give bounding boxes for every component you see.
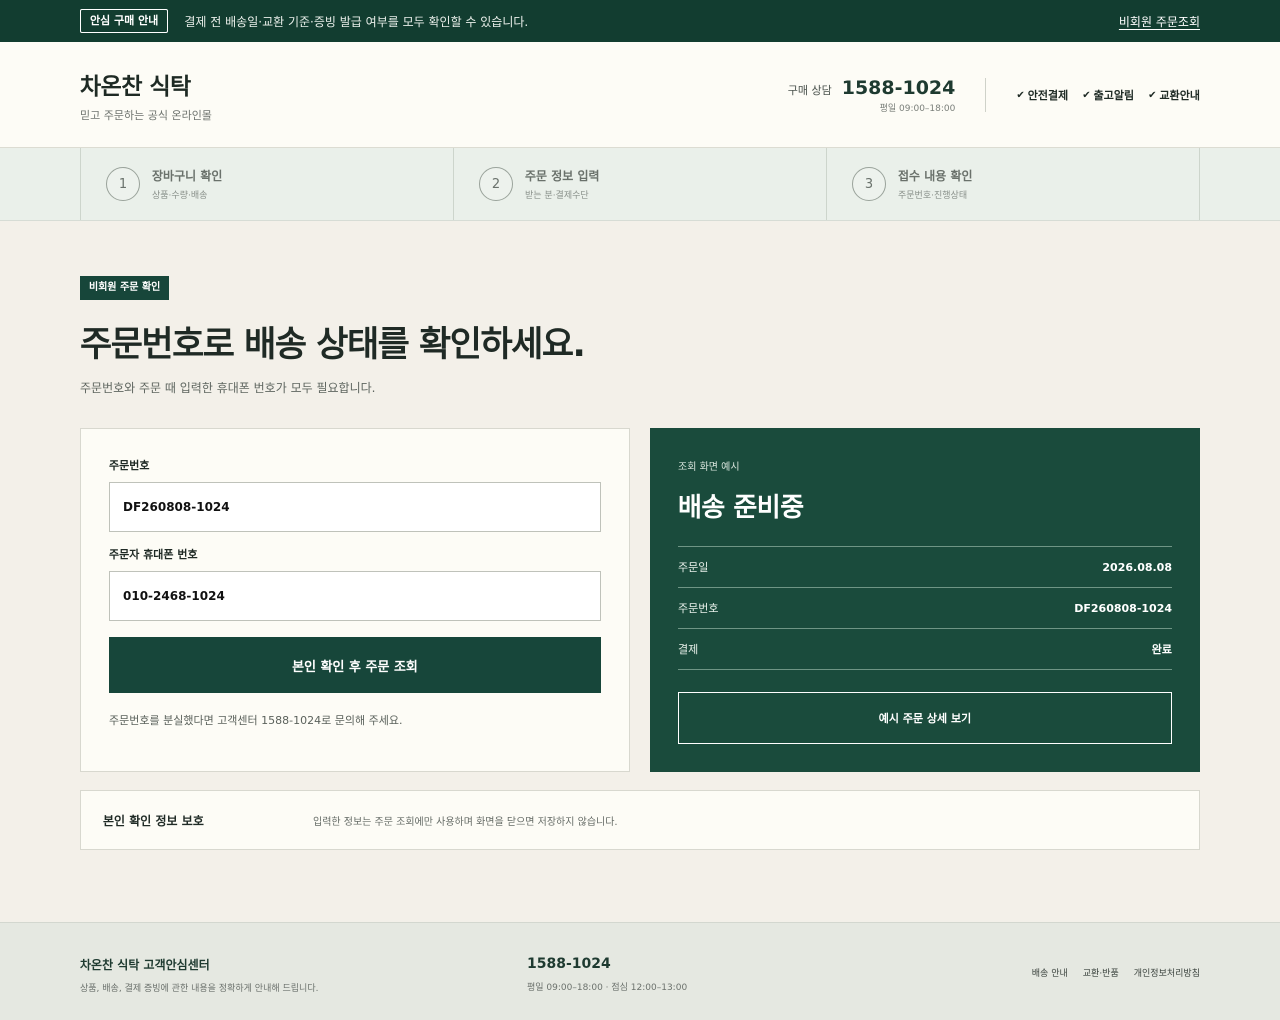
footer-subtitle: 상품, 배송, 결제 증빙에 관한 내용을 정확하게 안내해 드립니다.: [80, 984, 319, 994]
step-subtitle: 주문번호·진행상태: [898, 191, 968, 201]
brand[interactable]: 차온찬 식탁 믿고 주문하는 공식 온라인몰: [80, 67, 212, 123]
trust-item-exchange-info: ✔ 교환안내: [1148, 87, 1200, 103]
form-help-text: 주문번호를 분실했다면 고객센터 1588-1024로 문의해 주세요.: [109, 714, 403, 727]
site-footer: 차온찬 식탁 고객안심센터 상품, 배송, 결제 증빙에 관한 내용을 정확하게…: [0, 922, 1280, 1020]
phone-number-input[interactable]: [109, 571, 601, 621]
example-row-order-date: 주문일 2026.08.08: [678, 547, 1172, 588]
row-value: 완료: [1151, 643, 1172, 656]
trust-list: ✔ 안전결제 ✔ 출고알림 ✔ 교환안내: [1016, 87, 1200, 103]
example-row-order-number: 주문번호 DF260808-1024: [678, 588, 1172, 629]
footer-link-privacy[interactable]: 개인정보처리방침: [1134, 966, 1200, 994]
example-label: 조회 화면 예시: [678, 462, 740, 473]
order-number-input[interactable]: [109, 482, 601, 532]
site-header: 차온찬 식탁 믿고 주문하는 공식 온라인몰 구매 상담 1588-1024 평…: [0, 42, 1280, 148]
footer-link-exchange[interactable]: 교환·반품: [1083, 966, 1119, 994]
privacy-text: 입력한 정보는 주문 조회에만 사용하며 화면을 닫으면 저장하지 않습니다.: [313, 816, 618, 828]
lookup-submit-button[interactable]: 본인 확인 후 주문 조회: [109, 637, 601, 693]
row-key: 주문번호: [678, 602, 719, 615]
example-row-payment: 결제 완료: [678, 629, 1172, 670]
check-icon: ✔: [1148, 89, 1157, 101]
footer-links: 배송 안내 교환·반품 개인정보처리방침: [1032, 956, 1200, 994]
trust-item-label: 안전결제: [1027, 89, 1069, 102]
row-key: 결제: [678, 643, 699, 656]
footer-title: 차온찬 식탁 고객안심센터: [80, 958, 210, 972]
guest-order-link[interactable]: 비회원 주문조회: [1119, 13, 1200, 30]
privacy-title: 본인 확인 정보 보호: [103, 813, 204, 828]
step-subtitle: 받는 분·결제수단: [525, 191, 589, 201]
order-steps: 1 장바구니 확인 상품·수량·배송 2 주문 정보 입력 받는 분·결제수단 …: [0, 148, 1280, 221]
trust-item-label: 교환안내: [1159, 89, 1200, 102]
example-result-panel: 조회 화면 예시 배송 준비중 주문일 2026.08.08 주문번호 DF26…: [650, 428, 1200, 772]
notice-text: 결제 전 배송일·교환 기준·증빙 발급 여부를 모두 확인할 수 있습니다.: [184, 14, 529, 29]
step-number: 2: [479, 167, 513, 201]
order-lookup-form: 주문번호 주문자 휴대폰 번호 본인 확인 후 주문 조회 주문번호를 분실했다…: [80, 428, 630, 772]
top-notice-bar: 안심 구매 안내 결제 전 배송일·교환 기준·증빙 발급 여부를 모두 확인할…: [0, 0, 1280, 42]
example-status: 배송 준비중: [678, 493, 804, 523]
main-content: 비회원 주문 확인 주문번호로 배송 상태를 확인하세요. 주문번호와 주문 때…: [0, 221, 1280, 850]
row-key: 주문일: [678, 561, 709, 574]
brand-subtitle: 믿고 주문하는 공식 온라인몰: [80, 109, 212, 122]
step-subtitle: 상품·수량·배송: [152, 191, 208, 201]
example-details: 주문일 2026.08.08 주문번호 DF260808-1024 결제 완료: [678, 546, 1172, 670]
step-cart: 1 장바구니 확인 상품·수량·배송: [80, 148, 453, 220]
page-title: 주문번호로 배송 상태를 확인하세요.: [80, 325, 586, 365]
step-order-info: 2 주문 정보 입력 받는 분·결제수단: [453, 148, 826, 220]
brand-title: 차온찬 식탁: [80, 74, 191, 100]
phone-block: 구매 상담 1588-1024 평일 09:00–18:00: [788, 77, 956, 114]
footer-link-shipping[interactable]: 배송 안내: [1032, 966, 1068, 994]
step-confirm: 3 접수 내용 확인 주문번호·진행상태: [826, 148, 1200, 220]
phone-hours: 평일 09:00–18:00: [879, 103, 956, 114]
trust-item-label: 출고알림: [1093, 89, 1135, 102]
page-description: 주문번호와 주문 때 입력한 휴대폰 번호가 모두 필요합니다.: [80, 381, 376, 395]
order-number-label: 주문번호: [109, 459, 150, 472]
phone-number-label: 주문자 휴대폰 번호: [109, 548, 198, 561]
step-number: 1: [106, 167, 140, 201]
privacy-notice: 본인 확인 정보 보호 입력한 정보는 주문 조회에만 사용하며 화면을 닫으면…: [80, 790, 1200, 850]
step-title: 접수 내용 확인: [898, 169, 973, 183]
trust-item-secure-payment: ✔ 안전결제: [1016, 87, 1068, 103]
example-detail-button[interactable]: 예시 주문 상세 보기: [678, 692, 1172, 744]
check-icon: ✔: [1082, 89, 1091, 101]
row-value: DF260808-1024: [1074, 601, 1172, 615]
check-icon: ✔: [1016, 89, 1025, 101]
header-divider: [985, 78, 987, 112]
row-value: 2026.08.08: [1102, 560, 1172, 574]
footer-phone: 1588-1024: [527, 956, 611, 972]
section-tag: 비회원 주문 확인: [80, 276, 170, 300]
notice-badge: 안심 구매 안내: [80, 9, 169, 33]
step-title: 주문 정보 입력: [525, 169, 600, 183]
footer-hours: 평일 09:00–18:00 · 점심 12:00–13:00: [527, 983, 688, 993]
trust-item-shipping-alert: ✔ 출고알림: [1082, 87, 1134, 103]
step-title: 장바구니 확인: [152, 169, 223, 183]
phone-label: 구매 상담: [787, 83, 832, 97]
phone-number: 1588-1024: [841, 76, 956, 99]
step-number: 3: [852, 167, 886, 201]
